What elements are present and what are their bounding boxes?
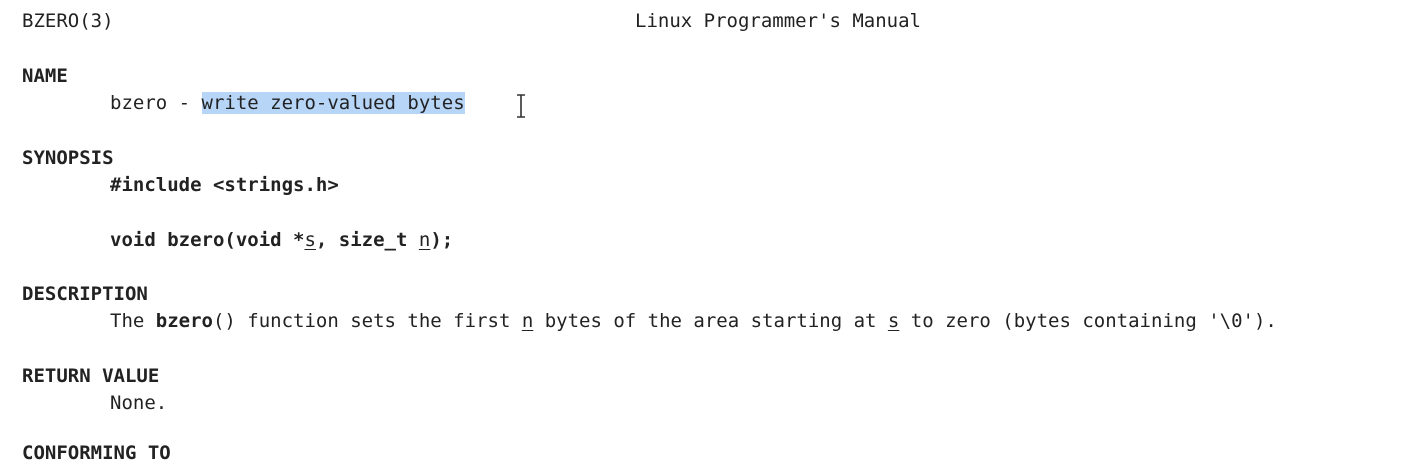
description-text: The bzero() function sets the first n by… bbox=[110, 308, 1277, 335]
description-arg-s: s bbox=[887, 310, 900, 332]
prototype-arg-s: s bbox=[304, 229, 316, 251]
synopsis-prototype: void bzero(void *s, size_t n); bbox=[110, 227, 453, 254]
description-part-3: bytes of the area starting at bbox=[533, 310, 888, 332]
section-heading-return-value: RETURN VALUE bbox=[22, 365, 160, 387]
description-part-1: The bbox=[110, 310, 156, 332]
name-function: bzero bbox=[110, 92, 168, 114]
section-heading-synopsis: SYNOPSIS bbox=[22, 147, 114, 169]
selected-text[interactable]: write zero-valued bytes bbox=[201, 92, 465, 114]
return-value-text: None. bbox=[110, 392, 168, 414]
description-part-2: () function sets the first bbox=[212, 310, 522, 332]
prototype-prefix: void bzero(void * bbox=[110, 229, 305, 251]
description-function: bzero bbox=[155, 310, 213, 332]
name-line[interactable]: bzero - write zero-valued bytes bbox=[110, 90, 465, 117]
description-part-4: to zero (bytes containing '\0'). bbox=[899, 310, 1277, 332]
section-heading-description: DESCRIPTION bbox=[22, 283, 148, 305]
description-arg-n: n bbox=[521, 310, 534, 332]
section-heading-name: NAME bbox=[22, 65, 68, 87]
man-page-header-center: Linux Programmer's Manual bbox=[635, 10, 921, 32]
synopsis-include: #include <strings.h> bbox=[110, 174, 339, 196]
prototype-arg-n: n bbox=[418, 229, 431, 251]
prototype-middle: , size_t bbox=[315, 229, 419, 251]
name-separator: - bbox=[167, 92, 202, 114]
man-page-header-left: BZERO(3) bbox=[22, 10, 114, 32]
text-cursor-icon bbox=[517, 94, 525, 118]
prototype-end: ); bbox=[430, 229, 454, 251]
